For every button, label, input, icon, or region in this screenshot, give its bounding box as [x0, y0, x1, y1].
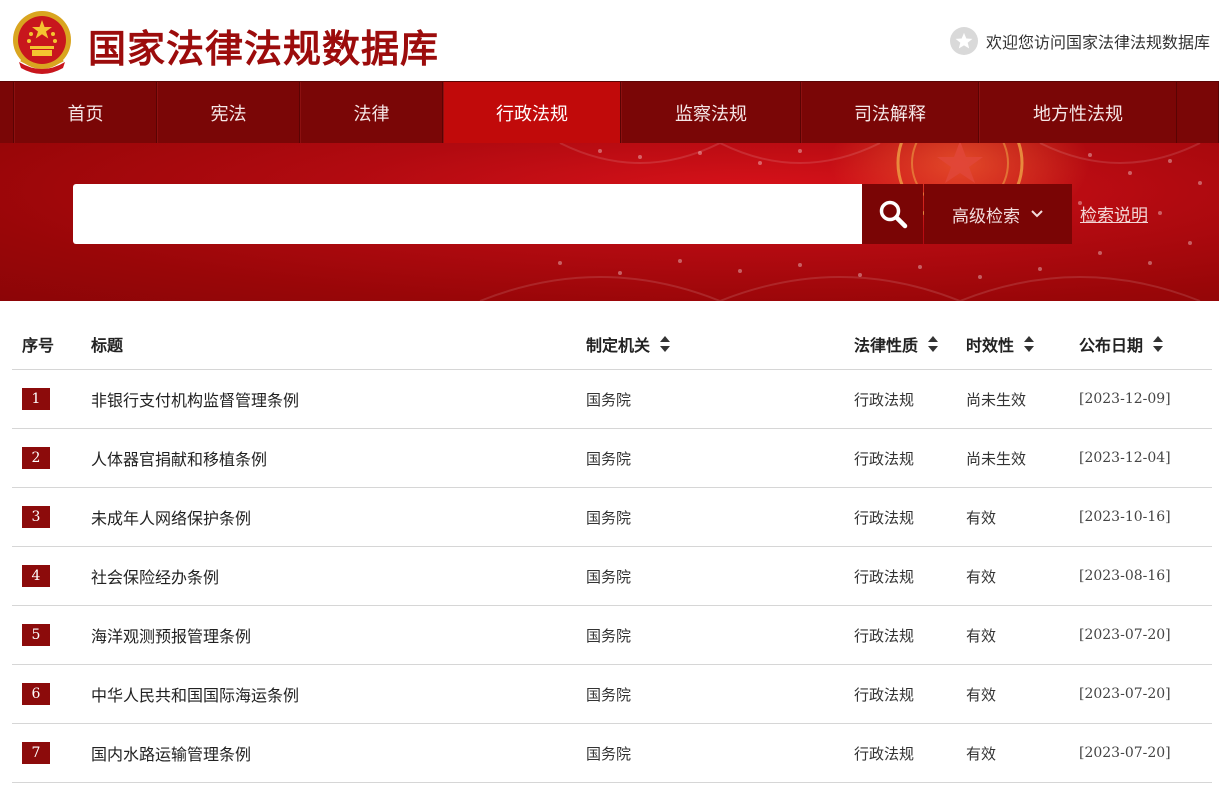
row-org: 国务院 [586, 626, 632, 645]
table-row: 3 未成年人网络保护条例 国务院 行政法规 有效 [2023-10-16] [12, 488, 1212, 547]
nav-item-local-regulations[interactable]: 地方性法规 [979, 82, 1177, 144]
row-date: [2023-07-20] [1079, 627, 1171, 643]
nav-item-law[interactable]: 法律 [300, 82, 443, 144]
sort-icon [1024, 335, 1035, 352]
row-number-badge: 5 [22, 624, 50, 646]
nav-item-home[interactable]: 首页 [14, 82, 157, 144]
header-validity-label: 时效性 [966, 335, 1015, 355]
row-validity: 有效 [966, 626, 997, 645]
header-org-label: 制定机关 [586, 335, 651, 355]
sort-icon [1153, 335, 1164, 352]
table-row: 7 国内水路运输管理条例 国务院 行政法规 有效 [2023-07-20] [12, 724, 1212, 783]
row-number-badge: 7 [22, 742, 50, 764]
sort-icon [660, 335, 671, 352]
regulation-title-link[interactable]: 未成年人网络保护条例 [91, 509, 251, 528]
table-row: 4 社会保险经办条例 国务院 行政法规 有效 [2023-08-16] [12, 547, 1212, 606]
star-icon [949, 27, 978, 55]
sort-icon [928, 335, 939, 352]
row-number-badge: 4 [22, 565, 50, 587]
header-validity-sort[interactable]: 时效性 [966, 332, 1079, 356]
row-number-badge: 6 [22, 683, 50, 705]
table-row: 6 中华人民共和国国际海运条例 国务院 行政法规 有效 [2023-07-20] [12, 665, 1212, 724]
row-type: 行政法规 [854, 449, 915, 468]
row-type: 行政法规 [854, 685, 915, 704]
row-date: [2023-12-04] [1079, 450, 1171, 466]
row-org: 国务院 [586, 508, 632, 527]
row-validity: 尚未生效 [966, 390, 1027, 409]
row-validity: 有效 [966, 744, 997, 763]
row-validity: 有效 [966, 567, 997, 586]
header-date-sort[interactable]: 公布日期 [1079, 332, 1212, 356]
header-date-label: 公布日期 [1079, 335, 1144, 355]
row-date: [2023-07-20] [1079, 745, 1171, 761]
header-title: 标题 [91, 335, 124, 355]
search-icon [879, 200, 907, 229]
row-type: 行政法规 [854, 508, 915, 527]
row-number-badge: 2 [22, 447, 50, 469]
row-date: [2023-12-09] [1079, 391, 1171, 407]
row-type: 行政法规 [854, 626, 915, 645]
welcome-area: 欢迎您访问国家法律法规数据库 [949, 27, 1210, 55]
header-type-sort[interactable]: 法律性质 [854, 332, 966, 356]
nav-item-constitution[interactable]: 宪法 [157, 82, 300, 144]
table-row: 1 非银行支付机构监督管理条例 国务院 行政法规 尚未生效 [2023-12-0… [12, 370, 1212, 429]
row-number-badge: 1 [22, 388, 50, 410]
welcome-text: 欢迎您访问国家法律法规数据库 [985, 33, 1210, 52]
regulation-title-link[interactable]: 海洋观测预报管理条例 [91, 627, 251, 646]
row-number-badge: 3 [22, 506, 50, 528]
regulation-title-link[interactable]: 人体器官捐献和移植条例 [91, 450, 267, 469]
row-type: 行政法规 [854, 744, 915, 763]
national-emblem-icon [13, 11, 71, 74]
header-type-label: 法律性质 [854, 335, 919, 355]
nav-right-pad [1177, 82, 1219, 144]
table-header: 序号 标题 制定机关 法律性质 时效性 公布日期 [12, 318, 1212, 370]
advanced-search-button[interactable]: 高级检索 [924, 184, 1072, 244]
row-type: 行政法规 [854, 567, 915, 586]
main-nav: 首页 宪法 法律 行政法规 监察法规 司法解释 地方性法规 [0, 81, 1219, 144]
row-date: [2023-08-16] [1079, 568, 1171, 584]
row-validity: 有效 [966, 508, 997, 527]
header-no: 序号 [22, 335, 55, 355]
advanced-search-label: 高级检索 [952, 206, 1020, 227]
regulation-title-link[interactable]: 国内水路运输管理条例 [91, 745, 251, 764]
search-button[interactable] [862, 184, 923, 244]
row-org: 国务院 [586, 567, 632, 586]
search-input[interactable] [73, 184, 862, 244]
row-date: [2023-10-16] [1079, 509, 1171, 525]
search-help-link[interactable]: 检索说明 [1080, 201, 1148, 226]
regulation-title-link[interactable]: 社会保险经办条例 [91, 568, 219, 587]
chevron-down-icon [1031, 210, 1043, 218]
nav-item-supervisory-regulations[interactable]: 监察法规 [621, 82, 801, 144]
nav-left-pad [0, 82, 14, 144]
regulation-title-link[interactable]: 非银行支付机构监督管理条例 [91, 391, 299, 410]
regulation-title-link[interactable]: 中华人民共和国国际海运条例 [91, 686, 299, 705]
row-validity: 有效 [966, 685, 997, 704]
row-type: 行政法规 [854, 390, 915, 409]
site-title[interactable]: 国家法律法规数据库 [88, 18, 439, 73]
nav-item-judicial-interpretation[interactable]: 司法解释 [801, 82, 979, 144]
regulations-table: 序号 标题 制定机关 法律性质 时效性 公布日期 1 非银行支付机构监督管理条例… [12, 318, 1212, 783]
nav-item-administrative-regulations[interactable]: 行政法规 [443, 82, 621, 144]
search-banner: 高级检索 检索说明 [0, 143, 1219, 301]
site-header: 国家法律法规数据库 欢迎您访问国家法律法规数据库 [0, 0, 1219, 81]
row-org: 国务院 [586, 390, 632, 409]
row-org: 国务院 [586, 685, 632, 704]
table-row: 5 海洋观测预报管理条例 国务院 行政法规 有效 [2023-07-20] [12, 606, 1212, 665]
row-org: 国务院 [586, 744, 632, 763]
table-row: 2 人体器官捐献和移植条例 国务院 行政法规 尚未生效 [2023-12-04] [12, 429, 1212, 488]
row-org: 国务院 [586, 449, 632, 468]
row-date: [2023-07-20] [1079, 686, 1171, 702]
header-org-sort[interactable]: 制定机关 [586, 332, 854, 356]
row-validity: 尚未生效 [966, 449, 1027, 468]
